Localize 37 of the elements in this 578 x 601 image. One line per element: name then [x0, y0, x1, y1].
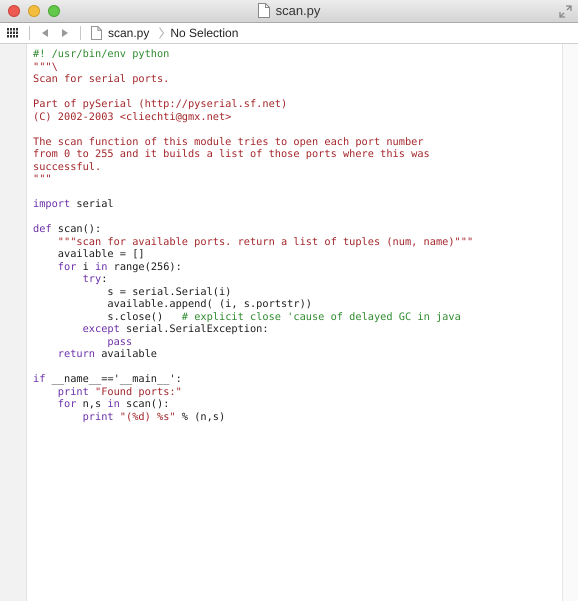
code-line: for n,s in scan(): [56, 398, 170, 410]
code-line: """ [33, 173, 52, 186]
code-line: The scan function of this module tries to open each port number [33, 136, 424, 148]
code-line: for i in range(256): [56, 260, 182, 273]
code-line: s.close() # explicit close 'cause of delayed GC in java [106, 310, 461, 323]
fullscreen-icon[interactable] [559, 4, 572, 18]
code-line: import serial [33, 198, 114, 210]
code-line: successful. [33, 160, 102, 173]
minimize-button[interactable] [28, 5, 40, 17]
code-line: except serial.SerialException: [82, 323, 269, 336]
code-line: from 0 to 255 and it builds a list of those ports where this was [33, 148, 430, 160]
window-title: scan.py [276, 3, 320, 18]
code-line: pass [106, 336, 132, 348]
code-line: def scan(): [33, 223, 102, 236]
code-line: (C) 2002-2003 <cliechti@gmx.net> [33, 110, 232, 123]
code-line: s = serial.Serial(i) [106, 286, 232, 298]
code-line: #! /usr/bin/env python [33, 48, 170, 60]
code-line: if __name__=='__main__': [33, 373, 182, 386]
document-icon [258, 3, 270, 18]
chevron-icon [159, 27, 164, 39]
code-line: """\ [33, 60, 58, 73]
document-icon [91, 26, 102, 40]
code-line: print "Found ports:" [56, 386, 182, 398]
code-line: available = [] [56, 248, 145, 260]
code-line: print "(%d) %s" % (n,s) [82, 410, 226, 423]
zoom-button[interactable] [48, 5, 60, 17]
code-line: return available [56, 348, 157, 360]
code-line: """scan for available ports. return a list of tuples (num, name)""" [56, 236, 474, 248]
selection-breadcrumb[interactable]: No Selection [170, 26, 238, 40]
close-button[interactable] [8, 5, 20, 17]
code-line: available.append( (i, s.portstr)) [106, 298, 312, 310]
code-line: Scan for serial ports. [33, 73, 170, 86]
code-line: try: [82, 273, 108, 286]
grid-icon[interactable] [7, 28, 19, 38]
code-line: Part of pySerial (http://pyserial.sf.net) [33, 98, 288, 110]
scroll-track[interactable] [562, 44, 578, 601]
file-breadcrumb[interactable]: scan.py [108, 26, 150, 40]
